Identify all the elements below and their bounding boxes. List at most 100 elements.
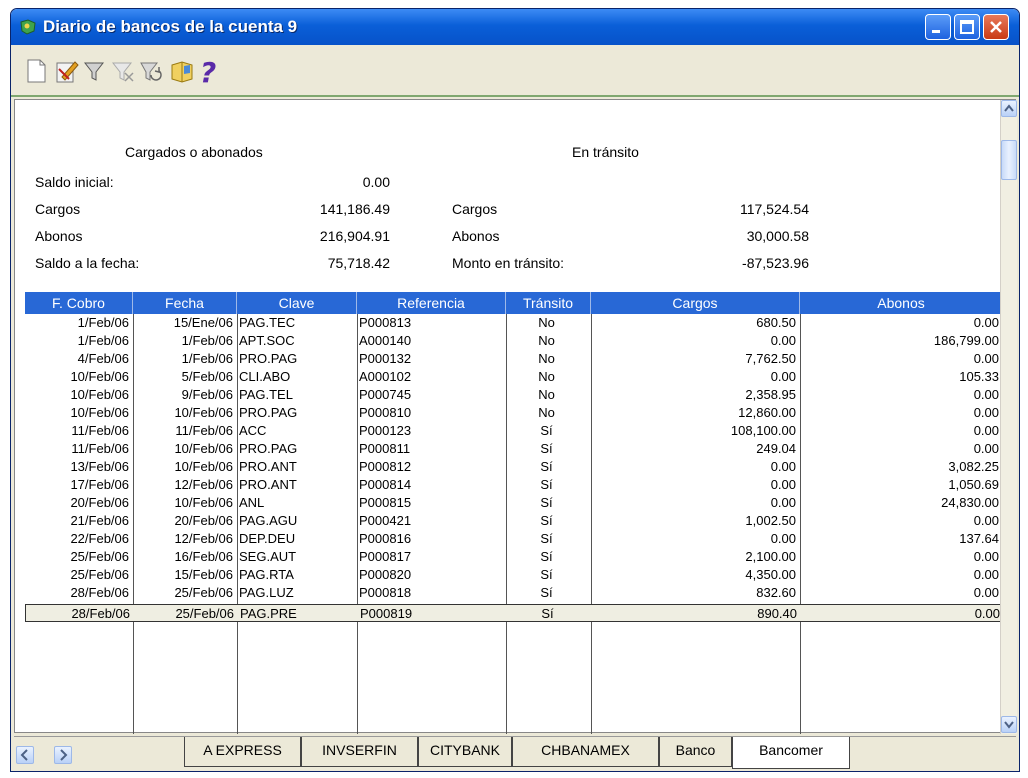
cell-reference: P000123	[359, 423, 412, 438]
column-header-charges[interactable]: Cargos	[591, 292, 800, 314]
cell-credits: 0.00	[973, 441, 999, 456]
tab-a-express[interactable]: A EXPRESS	[184, 737, 301, 767]
cell-charges: 249.04	[756, 441, 796, 456]
cell-transit: Sí	[540, 495, 553, 510]
column-header-reference[interactable]: Referencia	[357, 292, 506, 314]
balance-to-date-value: 75,718.42	[327, 255, 390, 271]
tab-invserfin[interactable]: INVSERFIN	[301, 737, 418, 767]
cell-payment-date: 10/Feb/06	[70, 369, 129, 384]
summary-panel: Cargados o abonados En tránsito Saldo in…	[15, 100, 1000, 292]
cell-charges: 890.40	[757, 606, 797, 621]
table-row[interactable]: 22/Feb/06 12/Feb/06 DEP.DEU P000816 Sí 0.00 13…	[25, 530, 1003, 548]
table-row[interactable]: 28/Feb/06 25/Feb/06 PAG.PRE P000819 Sí 890.40…	[25, 604, 1003, 622]
cell-transit: No	[538, 387, 555, 402]
scroll-up-button[interactable]	[1001, 100, 1017, 117]
column-header-transit[interactable]: Tránsito	[506, 292, 591, 314]
charges-value: 141,186.49	[319, 201, 390, 217]
cell-transit: Sí	[540, 585, 553, 600]
vertical-scrollbar[interactable]	[1000, 100, 1017, 734]
cell-payment-date: 10/Feb/06	[70, 387, 129, 402]
charges-label: Cargos	[35, 201, 81, 217]
transit-credits-label: Abonos	[452, 228, 500, 244]
table-row[interactable]: 10/Feb/06 9/Feb/06 PAG.TEL P000745 No 2,358.9…	[25, 386, 1003, 404]
cell-key: PAG.TEL	[239, 387, 293, 402]
clear-filter-icon[interactable]	[109, 57, 135, 85]
cell-date: 10/Feb/06	[174, 405, 233, 420]
cell-reference: A000140	[359, 333, 412, 348]
cell-transit: Sí	[540, 513, 553, 528]
title-bar[interactable]: Diario de bancos de la cuenta 9	[11, 9, 1019, 45]
column-header-payment-date[interactable]: F. Cobro	[25, 292, 133, 314]
table-row[interactable]: 20/Feb/06 10/Feb/06 ANL P000815 Sí 0.00 24,830…	[25, 494, 1003, 512]
tab-bancomer[interactable]: Bancomer	[732, 737, 850, 769]
new-document-icon[interactable]	[23, 57, 49, 85]
cell-payment-date: 17/Feb/06	[70, 477, 129, 492]
column-header-key[interactable]: Clave	[237, 292, 357, 314]
table-row[interactable]: 4/Feb/06 1/Feb/06 PRO.PAG P000132 No 7,762.50…	[25, 350, 1003, 368]
in-transit-header: En tránsito	[572, 144, 639, 160]
filter-icon[interactable]	[81, 57, 107, 85]
table-row[interactable]: 17/Feb/06 12/Feb/06 PRO.ANT P000814 Sí 0.00 1,…	[25, 476, 1003, 494]
scroll-thumb[interactable]	[1001, 140, 1017, 180]
cell-credits: 0.00	[973, 567, 999, 582]
cell-key: APT.SOC	[239, 333, 295, 348]
cell-payment-date: 20/Feb/06	[70, 495, 129, 510]
initial-balance-label: Saldo inicial:	[35, 174, 114, 190]
column-header-credits[interactable]: Abonos	[800, 292, 1003, 314]
tab-chbanamex[interactable]: CHBANAMEX	[512, 737, 659, 767]
cell-date: 12/Feb/06	[174, 477, 233, 492]
table-row[interactable]: 25/Feb/06 15/Feb/06 PAG.RTA P000820 Sí 4,350.…	[25, 566, 1003, 584]
scroll-left-button[interactable]	[16, 746, 34, 764]
column-header-date[interactable]: Fecha	[133, 292, 237, 314]
cell-reference: P000819	[360, 606, 413, 621]
edit-document-icon[interactable]	[53, 57, 79, 85]
cell-transit: Sí	[540, 441, 553, 456]
table-row[interactable]: 11/Feb/06 11/Feb/06 ACC P000123 Sí 108,100.00…	[25, 422, 1003, 440]
cell-key: PAG.AGU	[239, 513, 298, 528]
credits-label: Abonos	[35, 228, 83, 244]
cell-date: 9/Feb/06	[181, 387, 233, 402]
close-button[interactable]	[983, 14, 1009, 40]
cell-key: PRO.ANT	[239, 459, 297, 474]
transit-charges-label: Cargos	[452, 201, 498, 217]
table-row[interactable]: 21/Feb/06 20/Feb/06 PAG.AGU P000421 Sí 1,002.…	[25, 512, 1003, 530]
scroll-right-button[interactable]	[54, 746, 72, 764]
cell-transit: No	[538, 405, 555, 420]
table-row[interactable]: 11/Feb/06 10/Feb/06 PRO.PAG P000811 Sí 249.04…	[25, 440, 1003, 458]
table-row[interactable]: 1/Feb/06 15/Ene/06 PAG.TEC P000813 No 680.50 0…	[25, 314, 1003, 332]
cell-payment-date: 25/Feb/06	[70, 567, 129, 582]
cell-payment-date: 11/Feb/06	[71, 441, 129, 456]
content-area: Cargados o abonados En tránsito Saldo in…	[14, 99, 1017, 734]
cell-charges: 832.60	[756, 585, 796, 600]
tab-citybank[interactable]: CITYBANK	[418, 737, 512, 767]
table-row[interactable]: 10/Feb/06 5/Feb/06 CLI.ABO A000102 No 0.00 105…	[25, 368, 1003, 386]
table-body: 1/Feb/06 15/Ene/06 PAG.TEC P000813 No 680.50 0…	[25, 314, 1005, 734]
cell-credits: 0.00	[973, 513, 999, 528]
cell-reference: P000820	[359, 567, 412, 582]
help-icon[interactable]: ?	[197, 57, 223, 85]
cell-key: PRO.PAG	[239, 405, 298, 420]
maximize-button[interactable]	[954, 14, 980, 40]
reconcile-icon[interactable]	[137, 57, 163, 85]
cell-payment-date: 10/Feb/06	[70, 405, 129, 420]
table-row[interactable]: 25/Feb/06 16/Feb/06 SEG.AUT P000817 Sí 2,100.…	[25, 548, 1003, 566]
table-row[interactable]: 13/Feb/06 10/Feb/06 PRO.ANT P000812 Sí 0.00 3,…	[25, 458, 1003, 476]
table-row[interactable]: 1/Feb/06 1/Feb/06 APT.SOC A000140 No 0.00 186,…	[25, 332, 1003, 350]
table-row[interactable]: 10/Feb/06 10/Feb/06 PRO.PAG P000810 No 12,860…	[25, 404, 1003, 422]
window-title: Diario de bancos de la cuenta 9	[43, 17, 298, 36]
cell-reference: P000818	[359, 585, 412, 600]
transit-credits-value: 30,000.58	[746, 228, 809, 244]
table-row[interactable]: 28/Feb/06 25/Feb/06 PAG.LUZ P000818 Sí 832.60…	[25, 584, 1003, 602]
tab-banco[interactable]: Banco	[659, 737, 732, 767]
book-icon[interactable]	[169, 57, 195, 85]
scroll-down-button[interactable]	[1001, 716, 1017, 733]
cell-payment-date: 4/Feb/06	[77, 351, 129, 366]
cell-date: 12/Feb/06	[174, 531, 233, 546]
cell-payment-date: 28/Feb/06	[71, 606, 130, 621]
minimize-button[interactable]	[925, 14, 951, 40]
credits-value: 216,904.91	[319, 228, 390, 244]
cell-transit: No	[538, 369, 555, 384]
cell-transit: Sí	[540, 567, 553, 582]
cell-payment-date: 1/Feb/06	[77, 333, 129, 348]
cell-charges: 680.50	[756, 315, 796, 330]
